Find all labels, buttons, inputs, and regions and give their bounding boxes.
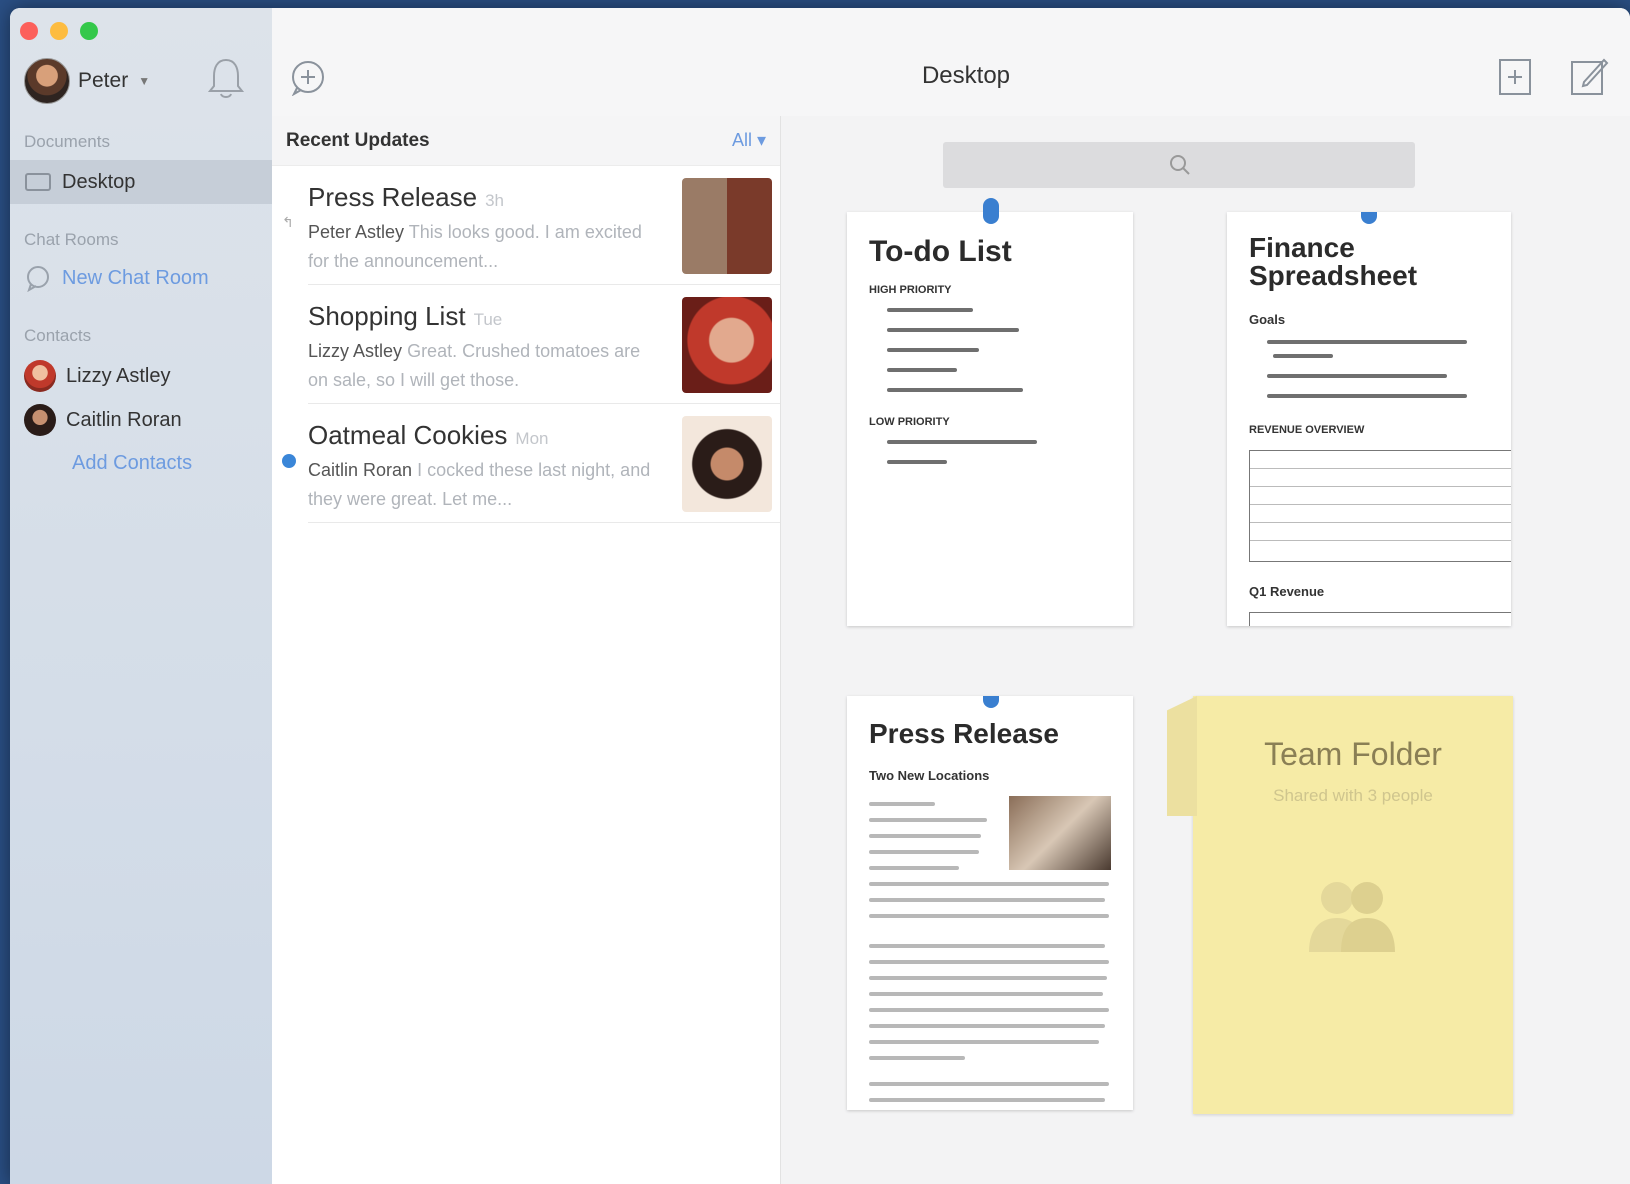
minimize-button[interactable] bbox=[50, 22, 68, 40]
sidebar-item-desktop[interactable]: Desktop bbox=[10, 160, 272, 204]
chevron-down-icon: ▼ bbox=[138, 74, 151, 88]
document-heading: Two New Locations bbox=[869, 768, 990, 783]
sidebar: Peter ▼ Documents Desktop Chat Rooms New… bbox=[10, 8, 273, 1184]
page-title: Desktop bbox=[921, 62, 1011, 89]
new-folder-icon[interactable] bbox=[1496, 56, 1538, 98]
close-button[interactable] bbox=[20, 22, 38, 40]
document-heading: LOW PRIORITY bbox=[869, 416, 950, 428]
toolbar: Desktop bbox=[272, 8, 1630, 117]
recent-updates-title: Recent Updates bbox=[286, 129, 430, 151]
spreadsheet-table bbox=[1249, 450, 1511, 562]
compose-icon[interactable] bbox=[1568, 56, 1610, 98]
avatar bbox=[24, 404, 56, 436]
paperclip-icon bbox=[983, 198, 999, 224]
update-author: Caitlin Roran bbox=[308, 460, 413, 480]
sidebar-item-label: New Chat Room bbox=[62, 266, 209, 289]
team-folder[interactable]: Team Folder Shared with 3 people bbox=[1167, 696, 1513, 1114]
document-todo-list[interactable]: To-do List HIGH PRIORITY LOW PRIORITY bbox=[847, 198, 1133, 626]
update-time: 3h bbox=[485, 191, 504, 210]
update-title-row: Press Release 3h bbox=[308, 182, 504, 213]
sidebar-item-label: Lizzy Astley bbox=[66, 364, 171, 387]
document-title: To-do List bbox=[869, 235, 1012, 268]
document-finance-spreadsheet[interactable]: Finance Spreadsheet Goals REVENUE OVERVI… bbox=[1227, 212, 1511, 626]
update-time: Tue bbox=[473, 310, 503, 329]
update-author: Peter Astley bbox=[308, 222, 405, 242]
folder-title: Team Folder bbox=[1264, 736, 1442, 772]
search-icon bbox=[1170, 155, 1190, 175]
section-contacts: Contacts bbox=[24, 326, 92, 345]
spreadsheet-table bbox=[1249, 612, 1511, 626]
chat-bubble-icon bbox=[27, 266, 49, 292]
paperclip-icon bbox=[983, 696, 999, 708]
app-window: Peter ▼ Documents Desktop Chat Rooms New… bbox=[10, 8, 1630, 1184]
document-title: Finance Spreadsheet bbox=[1249, 232, 1418, 291]
unread-dot bbox=[282, 454, 296, 468]
update-preview: Caitlin Roran I cocked these last night,… bbox=[308, 456, 658, 514]
add-contacts-link[interactable]: Add Contacts bbox=[72, 452, 192, 475]
zoom-button[interactable] bbox=[80, 22, 98, 40]
list-item[interactable]: ↰ Press Release 3h Peter Astley This look… bbox=[282, 166, 780, 285]
bell-icon[interactable] bbox=[206, 56, 246, 100]
list-item[interactable]: Oatmeal Cookies Mon Caitlin Roran I cocke… bbox=[282, 404, 780, 523]
update-title-row: Shopping List Tue bbox=[308, 301, 502, 332]
sidebar-item-new-chat-room[interactable]: New Chat Room bbox=[10, 256, 272, 300]
document-photo bbox=[1009, 796, 1111, 870]
update-title: Shopping List bbox=[308, 301, 466, 331]
document-title: Press Release bbox=[869, 718, 1059, 749]
folder-subtitle: Shared with 3 people bbox=[1273, 786, 1433, 805]
document-heading: HIGH PRIORITY bbox=[869, 284, 952, 296]
thumbnail-image bbox=[682, 178, 772, 274]
thumbnail-image bbox=[682, 297, 772, 393]
user-name: Peter bbox=[78, 69, 129, 92]
filter-label: All bbox=[731, 130, 752, 150]
update-title-row: Oatmeal Cookies Mon bbox=[308, 420, 549, 451]
section-chat-rooms: Chat Rooms bbox=[24, 230, 119, 249]
reply-icon: ↰ bbox=[282, 214, 294, 230]
filter-dropdown[interactable]: All ▾ bbox=[732, 130, 766, 151]
update-title: Press Release bbox=[308, 182, 478, 212]
sidebar-item-lizzy-astley[interactable]: Lizzy Astley bbox=[10, 354, 272, 398]
desktop-content: To-do List HIGH PRIORITY LOW PRIORITY Fi… bbox=[781, 116, 1630, 1184]
update-author: Lizzy Astley bbox=[308, 341, 403, 361]
update-time: Mon bbox=[515, 429, 549, 448]
document-press-release[interactable]: Press Release Two New Locations bbox=[847, 696, 1133, 1110]
recent-updates-panel: Recent Updates All ▾ ↰ Press Release 3h P… bbox=[272, 116, 781, 1184]
document-heading: Goals bbox=[1249, 312, 1286, 327]
sidebar-item-label: Desktop bbox=[62, 170, 136, 193]
update-preview: Lizzy Astley Great. Crushed tomatoes are… bbox=[308, 337, 658, 395]
avatar bbox=[24, 58, 70, 104]
avatar bbox=[24, 360, 56, 392]
search-field[interactable] bbox=[943, 142, 1415, 188]
desktop-icon bbox=[25, 173, 51, 191]
window-controls bbox=[20, 22, 98, 40]
update-preview: Peter Astley This looks good. I am excit… bbox=[308, 218, 658, 276]
paperclip-icon bbox=[1361, 212, 1377, 224]
user-menu[interactable]: Peter ▼ bbox=[24, 58, 150, 104]
people-icon bbox=[1309, 882, 1395, 952]
sidebar-item-caitlin-roran[interactable]: Caitlin Roran bbox=[10, 398, 272, 442]
sidebar-item-label: Caitlin Roran bbox=[66, 408, 182, 431]
section-documents: Documents bbox=[24, 132, 110, 151]
update-title: Oatmeal Cookies bbox=[308, 420, 508, 450]
recent-updates-header: Recent Updates All ▾ bbox=[272, 116, 780, 166]
document-heading: REVENUE OVERVIEW bbox=[1249, 424, 1365, 436]
thumbnail-image bbox=[682, 416, 772, 512]
document-heading: Q1 Revenue bbox=[1249, 584, 1325, 599]
list-item[interactable]: Shopping List Tue Lizzy Astley Great. Cru… bbox=[308, 285, 780, 404]
